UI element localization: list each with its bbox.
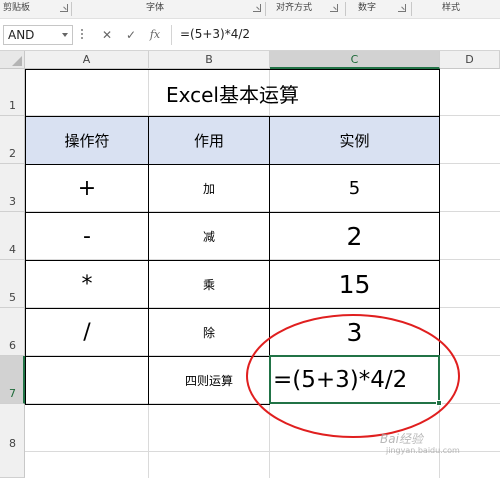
watermark-url: jingyan.baidu.com <box>386 446 460 455</box>
watermark: Bai经验 <box>380 432 423 446</box>
red-ellipse-annotation <box>246 314 460 438</box>
ellipse-shape <box>246 314 460 438</box>
